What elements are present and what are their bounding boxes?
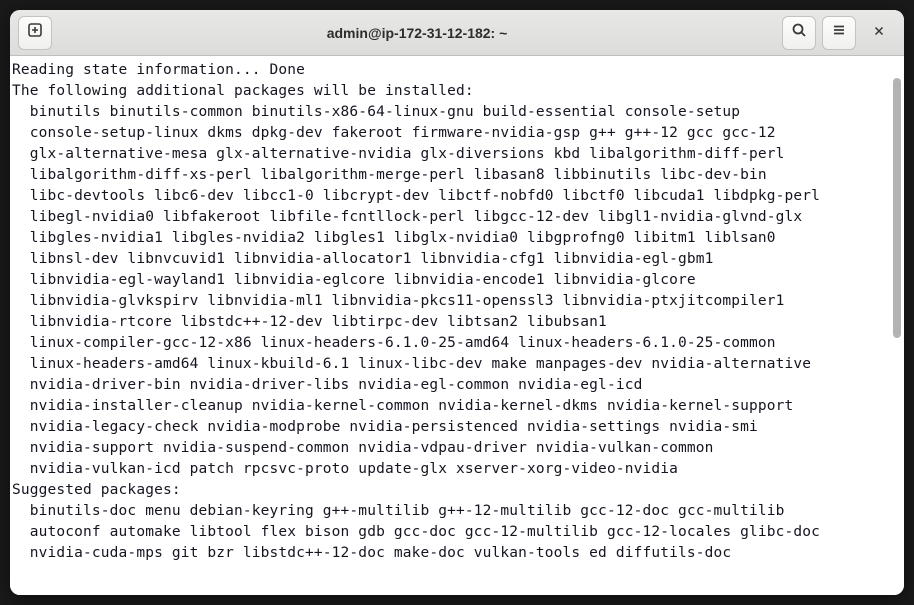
close-button[interactable] (862, 16, 896, 50)
window-title: admin@ip-172-31-12-182: ~ (58, 25, 776, 41)
close-icon (872, 22, 886, 43)
menu-button[interactable] (822, 16, 856, 50)
titlebar: admin@ip-172-31-12-182: ~ (10, 10, 904, 56)
scrollbar-track[interactable] (890, 56, 904, 595)
content-area: Reading state information... Done The fo… (10, 56, 904, 595)
scrollbar-thumb[interactable] (893, 78, 901, 338)
hamburger-icon (831, 22, 847, 43)
terminal-window: admin@ip-172-31-12-182: ~ (10, 10, 904, 595)
new-tab-icon (27, 22, 43, 43)
search-icon (791, 22, 807, 43)
new-tab-button[interactable] (18, 16, 52, 50)
search-button[interactable] (782, 16, 816, 50)
terminal-output[interactable]: Reading state information... Done The fo… (10, 56, 890, 595)
